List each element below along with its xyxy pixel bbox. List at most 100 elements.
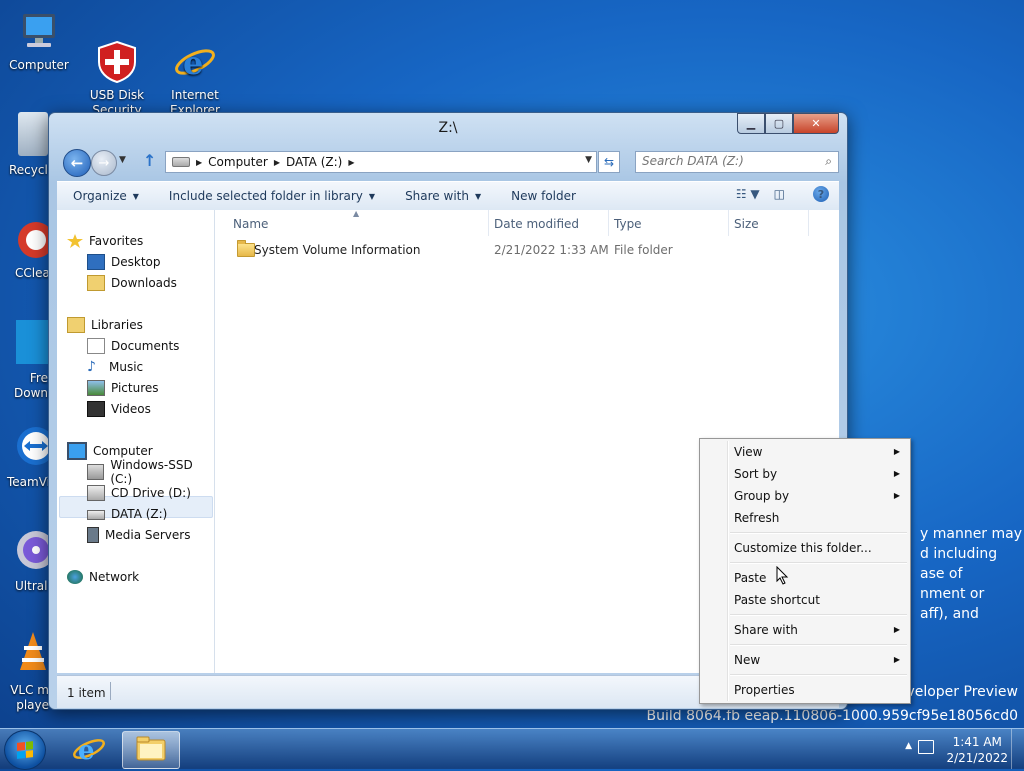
menu-item-customize-folder[interactable]: Customize this folder... xyxy=(734,539,904,557)
nav-desktop[interactable]: Desktop xyxy=(87,252,161,272)
desktop-icon-teamviewer[interactable] xyxy=(14,424,55,468)
share-with-button[interactable]: Share with ▼ xyxy=(405,189,481,203)
show-desktop-button[interactable] xyxy=(1011,729,1024,769)
preview-text: eveloper Preview xyxy=(897,684,1018,700)
documents-icon xyxy=(87,338,105,354)
nav-music[interactable]: ♪ Music xyxy=(87,357,143,377)
recent-pages-dropdown[interactable]: ▼ xyxy=(119,155,126,165)
menu-item-paste-shortcut[interactable]: Paste shortcut xyxy=(734,591,904,609)
caret-down-icon: ▼ xyxy=(474,191,482,201)
search-input[interactable] xyxy=(636,152,818,170)
search-box[interactable]: ⌕ xyxy=(635,151,839,173)
nav-libraries[interactable]: Libraries xyxy=(67,315,143,335)
nav-pictures[interactable]: Pictures xyxy=(87,378,159,398)
column-header-name[interactable]: Name xyxy=(233,217,268,231)
menu-item-refresh[interactable]: Refresh xyxy=(734,509,904,527)
submenu-arrow-icon: ▶ xyxy=(893,655,900,664)
taskbar-windows-explorer[interactable] xyxy=(122,731,180,769)
clock[interactable]: 1:41 AM 2/21/2022 xyxy=(946,734,1008,766)
column-header-date-modified[interactable]: Date modified xyxy=(494,217,579,231)
folder-icon xyxy=(136,736,166,761)
menu-item-view[interactable]: View ▶ xyxy=(734,443,904,461)
breadcrumb-computer[interactable]: Computer xyxy=(208,155,268,169)
caret-down-icon: ▼ xyxy=(368,191,376,201)
desktop-icon-recycle-bin[interactable] xyxy=(18,112,48,156)
music-note-icon: ♪ xyxy=(87,359,96,375)
navigation-pane: Favorites Desktop Downloads Libraries Do… xyxy=(57,210,215,673)
build-text: Build 8064.fb eeap.110806-1000.959cf95e1… xyxy=(646,708,1018,724)
file-date: 2/21/2022 1:33 AM xyxy=(494,243,609,257)
back-button[interactable]: ← xyxy=(63,149,91,177)
nav-network[interactable]: Network xyxy=(67,567,139,587)
refresh-icon: ⇆ xyxy=(603,155,615,169)
file-row[interactable]: System Volume Information 2/21/2022 1:33… xyxy=(215,240,839,260)
menu-item-sort-by[interactable]: Sort by ▶ xyxy=(734,465,904,483)
chevron-right-icon[interactable]: ▶ xyxy=(274,158,280,167)
window-title: Z:\ xyxy=(438,120,458,136)
menu-item-share-with[interactable]: Share with ▶ xyxy=(734,621,904,639)
menu-item-group-by[interactable]: Group by ▶ xyxy=(734,487,904,505)
chevron-right-icon[interactable]: ▶ xyxy=(348,158,354,167)
desktop-icon-ccleaner[interactable] xyxy=(14,218,54,262)
videos-icon xyxy=(87,401,105,417)
refresh-button[interactable]: ⇆ xyxy=(598,151,620,173)
organize-label: Organize xyxy=(73,189,127,203)
nav-videos[interactable]: Videos xyxy=(87,399,151,419)
nav-media-servers[interactable]: Media Servers xyxy=(87,525,190,545)
nav-z-drive[interactable]: DATA (Z:) xyxy=(87,504,167,524)
nav-d-drive[interactable]: CD Drive (D:) xyxy=(87,483,191,503)
nav-c-drive[interactable]: Windows-SSD (C:) xyxy=(87,458,214,486)
taskbar-internet-explorer[interactable]: e xyxy=(60,731,116,767)
toolbar-right: ☷ ▼ ◫ ? xyxy=(722,186,829,202)
include-in-library-button[interactable]: Include selected folder in library ▼ xyxy=(169,189,375,203)
column-divider[interactable] xyxy=(728,210,729,236)
show-hidden-icons-icon[interactable]: ▲ xyxy=(905,741,912,751)
column-headers: ▲ Name Date modified Type Size xyxy=(215,209,839,236)
view-options-icon[interactable]: ☷ ▼ xyxy=(736,187,760,201)
navigation-bar: ← → ▼ ↑ ▶ Computer ▶ DATA (Z:) ▶ ▼ ⇆ ⌕ xyxy=(57,149,839,177)
new-folder-button[interactable]: New folder xyxy=(511,189,576,203)
desktop-icon-usb-disk-security[interactable]: USB Disk Security xyxy=(82,10,152,118)
nav-downloads[interactable]: Downloads xyxy=(87,273,177,293)
clock-time: 1:41 AM xyxy=(952,735,1002,749)
clock-date: 2/21/2022 xyxy=(946,751,1008,765)
minimize-button[interactable]: ▁ xyxy=(737,113,765,134)
column-header-type[interactable]: Type xyxy=(614,217,642,231)
computer-icon xyxy=(67,442,87,460)
address-bar[interactable]: ▶ Computer ▶ DATA (Z:) ▶ ▼ xyxy=(165,151,597,173)
hard-drive-icon xyxy=(87,464,105,480)
column-divider[interactable] xyxy=(488,210,489,236)
network-globe-icon xyxy=(67,570,83,584)
chevron-right-icon[interactable]: ▶ xyxy=(196,158,202,167)
share-label: Share with xyxy=(405,189,469,203)
column-header-size[interactable]: Size xyxy=(734,217,759,231)
desktop-icon-vlc[interactable] xyxy=(18,630,48,674)
column-divider[interactable] xyxy=(808,210,809,236)
preview-pane-icon[interactable]: ◫ xyxy=(774,187,785,201)
desktop-icon-free-download[interactable] xyxy=(16,320,48,364)
mouse-pointer-icon xyxy=(776,565,790,589)
forward-button[interactable]: → xyxy=(91,150,117,176)
nav-documents[interactable]: Documents xyxy=(87,336,179,356)
start-button[interactable] xyxy=(4,730,46,770)
breadcrumb-data-z[interactable]: DATA (Z:) xyxy=(286,155,342,169)
file-type: File folder xyxy=(614,243,673,257)
help-button[interactable]: ? xyxy=(799,186,829,202)
column-divider[interactable] xyxy=(608,210,609,236)
organize-button[interactable]: Organize ▼ xyxy=(73,189,139,203)
desktop-icon-ultraiso[interactable] xyxy=(14,528,55,572)
network-icon[interactable] xyxy=(918,740,934,754)
close-button[interactable]: ✕ xyxy=(793,113,839,134)
search-icon[interactable]: ⌕ xyxy=(825,154,832,169)
shield-icon xyxy=(95,25,139,84)
minimize-icon: ▁ xyxy=(746,117,756,130)
up-arrow-icon[interactable]: ↑ xyxy=(143,151,156,170)
maximize-button[interactable]: ▢ xyxy=(765,113,793,134)
menu-item-new[interactable]: New ▶ xyxy=(734,651,904,669)
desktop-icon-computer[interactable]: Computer xyxy=(4,10,74,73)
address-dropdown-icon[interactable]: ▼ xyxy=(585,155,592,165)
nav-favorites[interactable]: Favorites xyxy=(67,231,143,251)
menu-item-properties[interactable]: Properties xyxy=(734,681,904,699)
desktop-icon-internet-explorer[interactable]: e Internet Explorer xyxy=(160,10,230,118)
menu-item-paste[interactable]: Paste xyxy=(734,569,904,587)
